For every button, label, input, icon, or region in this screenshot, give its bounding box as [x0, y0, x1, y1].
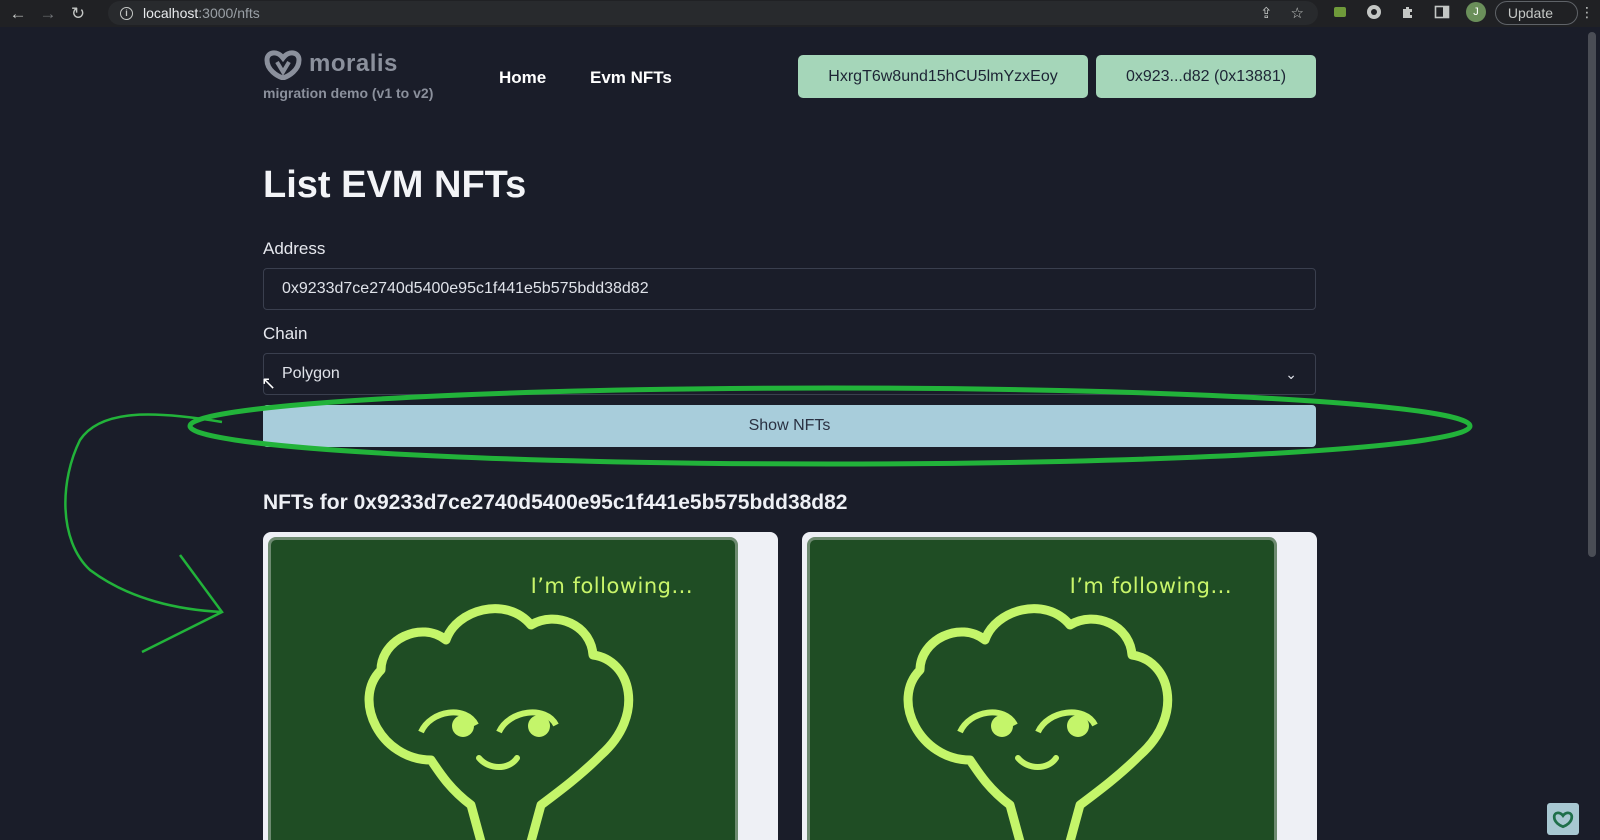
moralis-logo[interactable]: moralis — [263, 48, 398, 80]
page-title: List EVM NFTs — [263, 164, 527, 206]
chain-select[interactable]: Polygon ⌄ — [263, 353, 1316, 395]
nft-image: I’m following... — [268, 537, 738, 840]
extension-record-icon[interactable] — [1364, 2, 1384, 22]
browser-menu-icon[interactable]: ⋮ — [1580, 4, 1594, 21]
chain-label: Chain — [263, 324, 308, 343]
chevron-down-icon: ⌄ — [1285, 366, 1297, 382]
extension-icon[interactable] — [1330, 2, 1350, 22]
session-id-button[interactable]: HxrgT6w8und15hCU5lmYzxEoy — [798, 55, 1088, 98]
moralis-logo-icon — [264, 50, 302, 80]
logo-subtitle: migration demo (v1 to v2) — [263, 85, 434, 101]
logo-text: moralis — [309, 50, 398, 77]
nft-character-illustration — [364, 604, 634, 840]
address-input[interactable]: 0x9233d7ce2740d5400e95c1f441e5b575bdd38d… — [263, 268, 1316, 310]
nav-evm-nfts-link[interactable]: Evm NFTs — [590, 68, 672, 88]
address-bar[interactable]: i localhost:3000/nfts ⇪ ☆ — [108, 1, 1318, 25]
address-input-value: 0x9233d7ce2740d5400e95c1f441e5b575bdd38d… — [282, 280, 649, 297]
share-icon[interactable]: ⇪ — [1260, 4, 1273, 22]
browser-update-button[interactable]: Update — [1494, 1, 1578, 25]
url-text: localhost:3000/nfts — [143, 5, 260, 21]
site-info-icon[interactable]: i — [120, 6, 133, 20]
side-panel-icon[interactable] — [1432, 2, 1452, 22]
address-label: Address — [263, 239, 326, 258]
nft-character-illustration — [903, 604, 1173, 840]
browser-toolbar: ← → ↻ i localhost:3000/nfts ⇪ ☆ J Update… — [0, 0, 1600, 27]
moralis-help-widget-icon[interactable] — [1547, 803, 1579, 835]
bookmark-star-icon[interactable]: ☆ — [1291, 4, 1304, 22]
page-scrollbar[interactable] — [1588, 32, 1596, 557]
reload-icon[interactable]: ↻ — [66, 2, 90, 26]
nft-card[interactable]: I’m following... — [263, 532, 778, 840]
extensions-puzzle-icon[interactable] — [1398, 2, 1418, 22]
nfts-results-heading: NFTs for 0x9233d7ce2740d5400e95c1f441e5b… — [263, 491, 848, 514]
forward-icon[interactable]: → — [36, 2, 60, 26]
nft-card[interactable]: I’m following... — [802, 532, 1317, 840]
show-nfts-button[interactable]: Show NFTs — [263, 405, 1316, 447]
annotation-arrow — [64, 413, 223, 614]
wallet-account-button[interactable]: 0x923...d82 (0x13881) — [1096, 55, 1316, 98]
nav-home-link[interactable]: Home — [499, 68, 546, 88]
profile-avatar[interactable]: J — [1466, 2, 1486, 22]
nft-image: I’m following... — [807, 537, 1277, 840]
back-icon[interactable]: ← — [6, 2, 30, 26]
mouse-cursor-icon: ↖ — [261, 373, 277, 393]
annotation-arrowhead — [141, 554, 224, 654]
chain-select-value: Polygon — [282, 365, 340, 382]
